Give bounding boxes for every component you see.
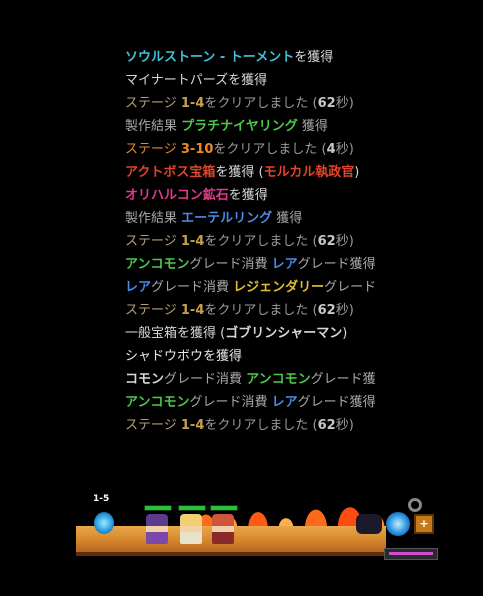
enemy-sprite[interactable] (356, 514, 382, 534)
log-segment: 秒) (335, 96, 354, 111)
hp-bar (210, 505, 238, 511)
log-line: ステージ 1-4をクリアしました (62秒) (125, 232, 465, 255)
log-segment: 秒) (335, 418, 354, 433)
log-line: ステージ 1-4をクリアしました (62秒) (125, 301, 465, 324)
log-segment: グレード消費 (164, 372, 247, 387)
log-line: アクトボス宝箱を獲得 (モルカル執政官) (125, 163, 465, 186)
log-segment: グレード (324, 280, 377, 295)
log-segment: 獲得 (297, 119, 328, 134)
ground-edge (76, 552, 386, 556)
log-segment: を獲得 ( (215, 165, 264, 180)
chest-button[interactable]: + (414, 514, 434, 534)
log-segment: ) (342, 326, 348, 341)
log-segment: グレード消費 (189, 257, 272, 272)
message-log: ソウルストーン - トーメントを獲得 マイナートパーズを獲得 ステージ 1-4をクリ… (125, 48, 465, 439)
log-segment: 3-10 (180, 142, 214, 157)
log-line: ソウルストーン - トーメントを獲得 (125, 48, 465, 71)
log-segment: を獲得 (294, 50, 334, 65)
log-line: 一般宝箱を獲得 (ゴブリンシャーマン) (125, 324, 465, 347)
log-segment: 獲得 (272, 211, 303, 226)
log-segment: ステージ (125, 142, 181, 157)
log-segment: コモン (125, 372, 165, 387)
log-segment: を獲得 (228, 188, 268, 203)
log-segment: グレード獲得 (297, 257, 376, 272)
log-segment: レア (271, 395, 298, 410)
log-segment: ソウルストーン - トーメント (125, 50, 295, 65)
log-segment: シャドウボウを獲得 (125, 349, 243, 364)
log-segment: グレード獲得 (297, 395, 376, 410)
log-segment: 1-4 (180, 418, 205, 433)
hp-bar (178, 505, 206, 511)
log-line: アンコモングレード消費 レアグレード獲得 (125, 393, 465, 416)
log-segment: 4 (326, 142, 336, 157)
log-line: マイナートパーズを獲得 (125, 71, 465, 94)
soul-orb-icon[interactable] (386, 512, 410, 536)
log-line: 製作結果 プラチナイヤリング 獲得 (125, 117, 465, 140)
log-segment: オリハルコン鉱石 (125, 188, 229, 203)
log-segment: をクリアしました ( (204, 234, 318, 249)
progress-fill (389, 552, 433, 555)
log-line: 製作結果 エーテルリング 獲得 (125, 209, 465, 232)
log-segment: 1-4 (180, 303, 205, 318)
hero-fighter[interactable] (210, 505, 238, 544)
hero-knight[interactable] (178, 505, 206, 544)
log-segment: 62 (317, 303, 336, 318)
log-segment: 1-4 (180, 234, 205, 249)
log-line: シャドウボウを獲得 (125, 347, 465, 370)
log-segment: 62 (317, 96, 336, 111)
log-segment: 製作結果 (125, 211, 182, 226)
log-segment: 一般宝箱を獲得 ( (125, 326, 226, 341)
portal-icon[interactable] (94, 512, 114, 534)
log-segment: プラチナイヤリング (181, 119, 298, 134)
log-segment: レア (271, 257, 298, 272)
log-segment: 62 (317, 234, 336, 249)
log-segment: レジェンダリー (233, 280, 325, 295)
log-segment: ステージ (125, 418, 181, 433)
log-line: ステージ 3-10をクリアしました (4秒) (125, 140, 465, 163)
log-segment: ) (354, 165, 360, 180)
log-segment: 62 (317, 418, 336, 433)
log-segment: グレード獲 (310, 372, 376, 387)
log-segment: 秒) (335, 303, 354, 318)
log-segment: グレード消費 (151, 280, 234, 295)
gear-icon[interactable] (408, 498, 422, 512)
progress-bar (384, 548, 438, 560)
log-segment: ステージ (125, 303, 181, 318)
stage-indicator: 1-5 (93, 494, 110, 504)
log-segment: アンコモン (246, 372, 311, 387)
log-line: レアグレード消費 レジェンダリーグレード (125, 278, 465, 301)
log-line: ステージ 1-4をクリアしました (62秒) (125, 94, 465, 117)
log-line: コモングレード消費 アンコモングレード獲 (125, 370, 465, 393)
log-segment: エーテルリング (181, 211, 273, 226)
log-segment: レア (125, 280, 152, 295)
log-segment: アンコモン (125, 257, 190, 272)
log-segment: 秒) (335, 234, 354, 249)
hero-mage[interactable] (144, 505, 172, 544)
log-line: ステージ 1-4をクリアしました (62秒) (125, 416, 465, 439)
log-segment: 1-4 (180, 96, 205, 111)
log-segment: をクリアしました ( (204, 418, 318, 433)
log-segment: ステージ (125, 96, 181, 111)
log-line: アンコモングレード消費 レアグレード獲得 (125, 255, 465, 278)
log-segment: をクリアしました ( (204, 303, 318, 318)
log-line: オリハルコン鉱石を獲得 (125, 186, 465, 209)
log-segment: 製作結果 (125, 119, 182, 134)
log-segment: マイナートパーズを獲得 (125, 73, 268, 88)
log-segment: アクトボス宝箱 (125, 165, 216, 180)
log-segment: をクリアしました ( (204, 96, 318, 111)
log-segment: ステージ (125, 234, 181, 249)
log-segment: ゴブリンシャーマン (225, 326, 343, 341)
game-view: 1-5 + (76, 488, 438, 560)
side-panel: + (384, 498, 438, 560)
log-segment: をクリアしました ( (213, 142, 327, 157)
log-segment: モルカル執政官 (263, 165, 355, 180)
hp-bar (144, 505, 172, 511)
log-segment: 秒) (335, 142, 354, 157)
log-segment: グレード消費 (189, 395, 272, 410)
log-segment: アンコモン (125, 395, 190, 410)
